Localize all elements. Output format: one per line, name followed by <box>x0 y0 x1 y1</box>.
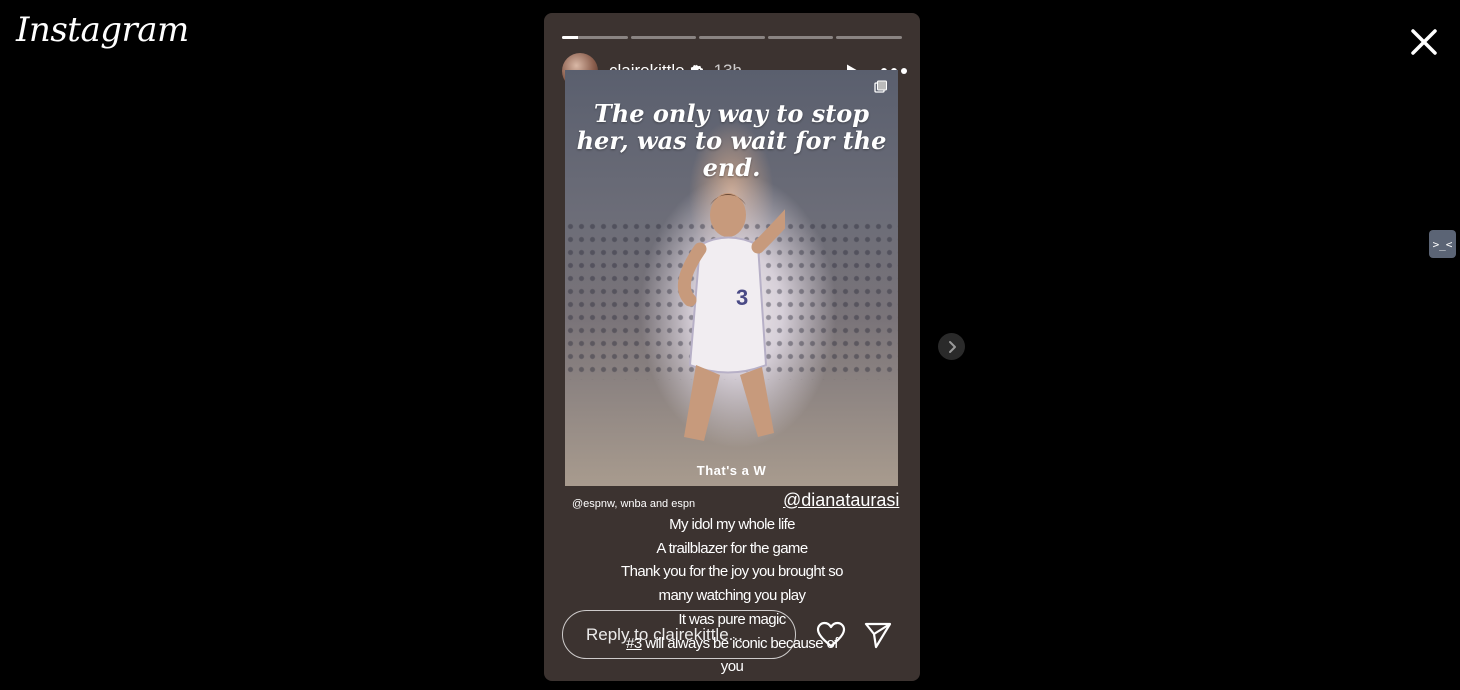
svg-text:3: 3 <box>736 285 748 310</box>
progress-segment <box>630 36 697 39</box>
story-headline: The only way to stop her, was to wait fo… <box>576 99 887 182</box>
progress-segment <box>836 36 902 39</box>
next-story-button[interactable] <box>938 333 965 360</box>
story-card[interactable]: clairekittle 13h <box>544 13 920 681</box>
instagram-logo[interactable]: Instagram <box>16 10 189 50</box>
progress-segment <box>699 36 765 39</box>
extension-icon[interactable]: >_< <box>1429 230 1456 258</box>
caption-line: Thank you for the joy you brought so <box>621 563 843 581</box>
chevron-right-icon <box>948 340 956 353</box>
close-icon[interactable] <box>1404 22 1444 62</box>
progress-segment <box>767 36 834 39</box>
progress-segment <box>562 36 628 39</box>
story-image: 3 The only way to stop her, was to wait … <box>565 70 898 486</box>
image-credit: @espnw, wnba and espn <box>572 498 696 510</box>
player-figure: 3 <box>677 193 785 441</box>
send-icon[interactable] <box>864 621 892 649</box>
mute-icon[interactable] <box>874 80 888 94</box>
caption-line: My idol my whole life <box>669 516 795 533</box>
story-tagline: That's a W <box>696 463 767 478</box>
story-progress-bar <box>562 36 902 39</box>
mention-link[interactable]: @dianataurasi <box>783 490 899 511</box>
caption-line: many watching you play <box>658 587 806 605</box>
heart-icon[interactable] <box>816 621 846 649</box>
progress-fill <box>562 36 579 39</box>
caption-line: A trailblazer for the game <box>656 539 808 557</box>
story-viewer-page: Instagram >_< clairekittle 13h <box>0 0 1460 690</box>
reply-input[interactable] <box>562 610 796 659</box>
